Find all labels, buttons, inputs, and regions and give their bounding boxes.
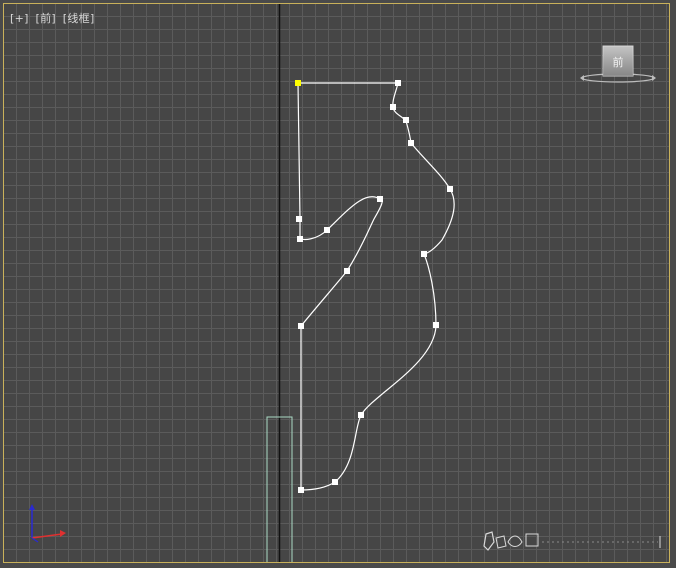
spline-shape[interactable] xyxy=(297,82,455,491)
vertex[interactable] xyxy=(447,186,453,192)
viewport-menu-shading[interactable]: [线框] xyxy=(63,12,95,25)
vertex[interactable] xyxy=(358,412,364,418)
viewcube-ring-arrow-right[interactable] xyxy=(652,75,656,81)
vertex[interactable] xyxy=(433,322,439,328)
axis-x-arrow-icon xyxy=(60,530,66,537)
vertex[interactable] xyxy=(403,117,409,123)
vertex[interactable] xyxy=(298,487,304,493)
vertex[interactable] xyxy=(390,104,396,110)
vertex[interactable] xyxy=(324,227,330,233)
vertex[interactable] xyxy=(332,479,338,485)
spline-vertices xyxy=(296,80,453,493)
vertex[interactable] xyxy=(297,236,303,242)
viewport-label: [+] [前] [线框] xyxy=(10,10,98,26)
first-vertex[interactable] xyxy=(295,80,301,86)
viewport-menu-plus[interactable]: [+] xyxy=(10,12,29,25)
nav-glyph-icon xyxy=(483,531,495,551)
viewport-nav-glyphs xyxy=(483,531,661,551)
vertex[interactable] xyxy=(296,216,302,222)
vertex[interactable] xyxy=(395,80,401,86)
vertex[interactable] xyxy=(344,268,350,274)
axis-y-line xyxy=(31,537,39,543)
scene-canvas[interactable] xyxy=(4,4,670,563)
viewport-menu-view[interactable]: [前] xyxy=(36,12,56,25)
nav-glyph-icon xyxy=(525,533,539,547)
viewcube-face-label: 前 xyxy=(613,55,624,69)
axis-x-line xyxy=(31,533,63,539)
vertex[interactable] xyxy=(298,323,304,329)
viewport-frame: [+] [前] [线框] 前 xyxy=(0,0,676,568)
viewcube[interactable]: 前 xyxy=(578,42,658,90)
axis-tripod xyxy=(29,504,66,543)
vertex[interactable] xyxy=(377,196,383,202)
viewcube-ring-arrow-left[interactable] xyxy=(580,75,584,81)
axis-z-arrow-icon xyxy=(29,504,35,510)
vertex[interactable] xyxy=(408,140,414,146)
nav-glyph-icon xyxy=(495,535,507,549)
nav-glyph-icon xyxy=(507,535,523,547)
vertex[interactable] xyxy=(421,251,427,257)
front-viewport[interactable]: [+] [前] [线框] 前 xyxy=(3,3,670,563)
